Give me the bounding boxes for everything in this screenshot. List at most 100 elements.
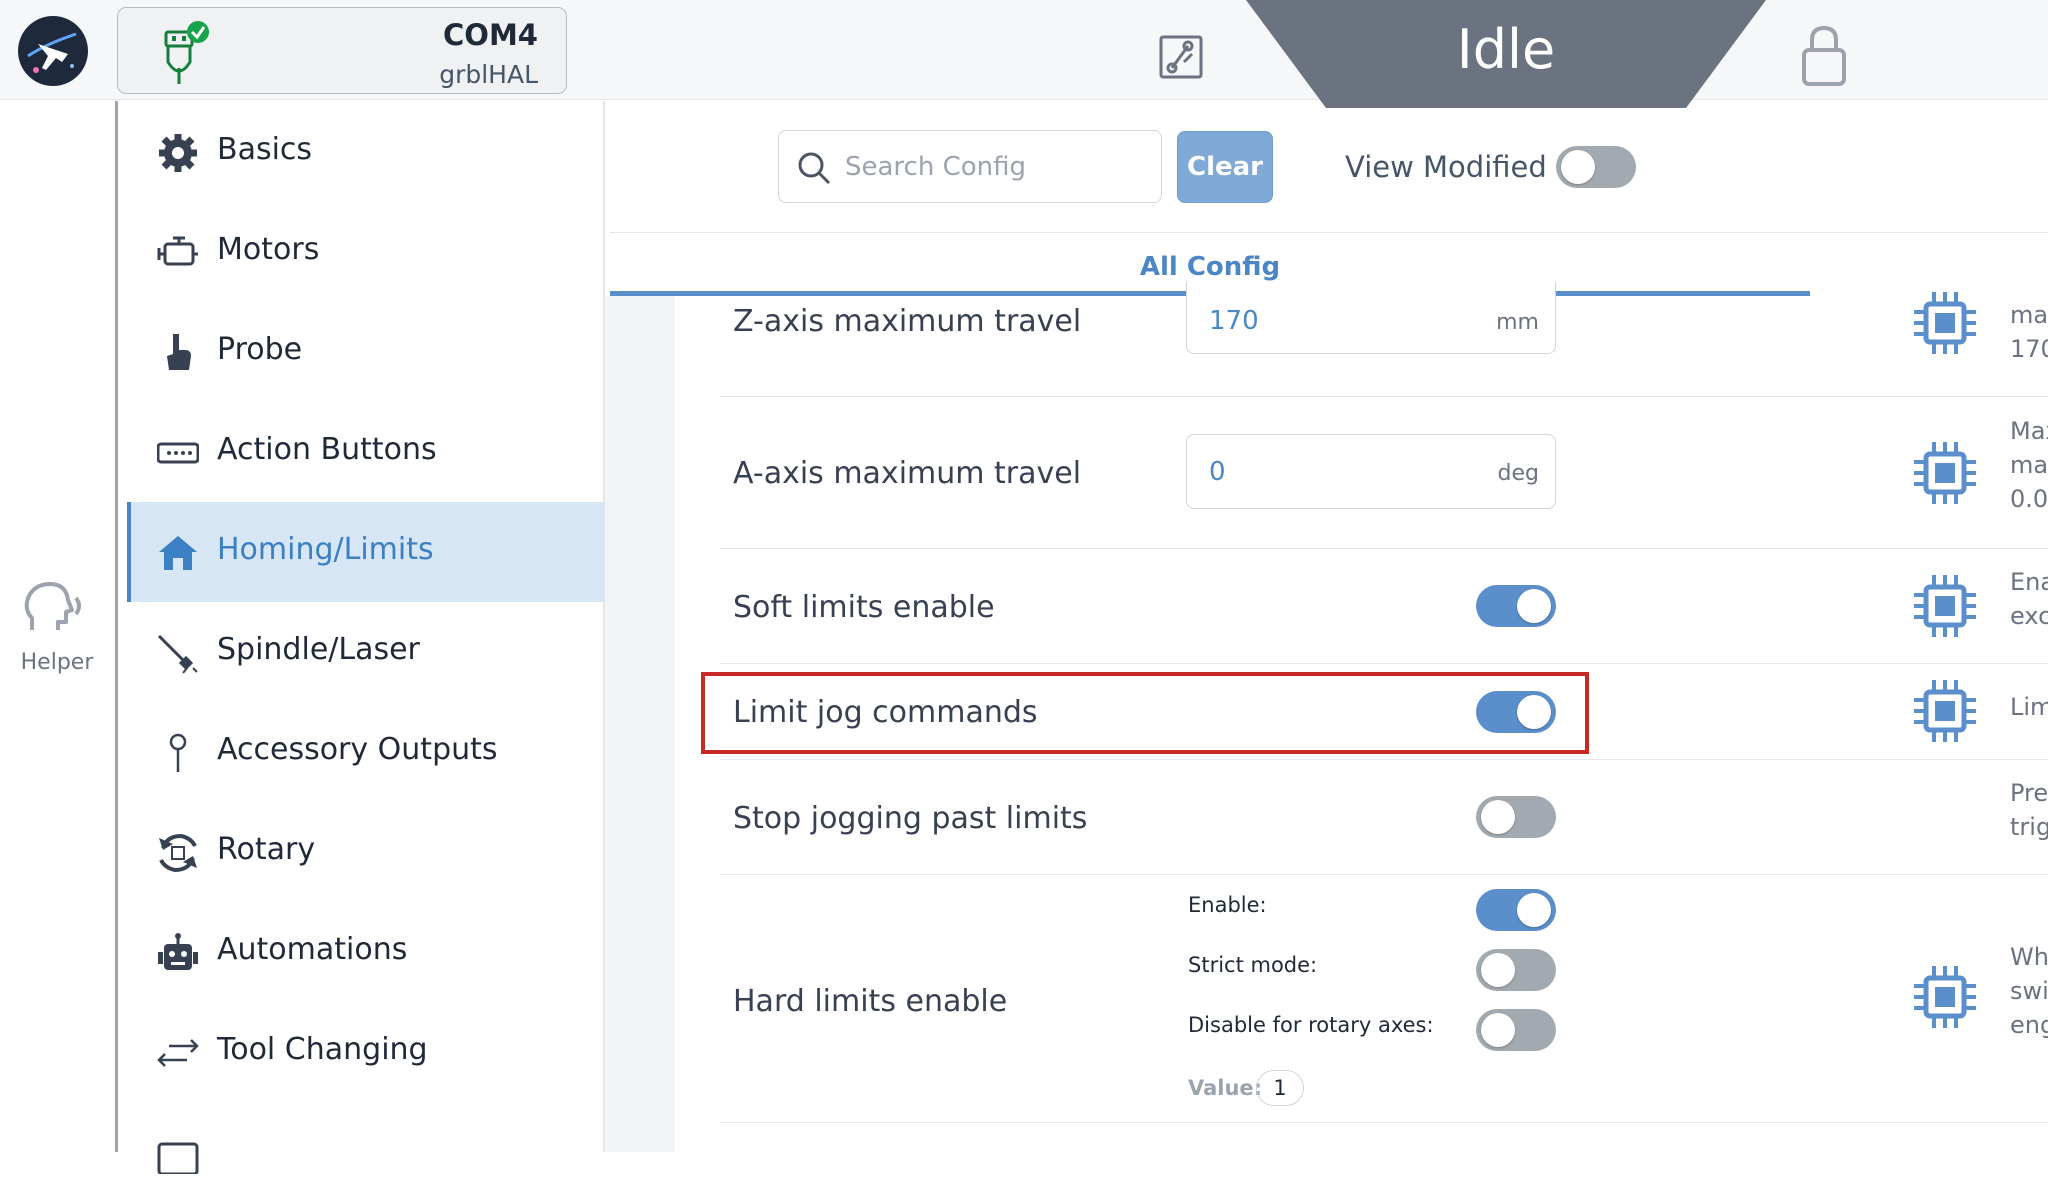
chip-icon [1912,573,1978,639]
field-value: 170 [1209,306,1259,336]
desc-line: Wh [2010,943,2048,971]
setting-description: Wh swi eng [2010,940,2048,1042]
hard-limits-enable-toggle[interactable] [1476,889,1556,931]
app-logo-icon [16,14,90,88]
limit-jog-toggle[interactable] [1476,691,1556,733]
chip-icon [1912,678,1978,744]
desc-line: Ena [2010,568,2048,596]
value-label: Value: [1188,1076,1263,1100]
sidebar-item-label: Probe [217,332,303,367]
desc-line: Max [2010,417,2048,445]
setting-label: A-axis maximum travel [733,456,1082,491]
toggle-knob [1481,953,1515,987]
toggle-knob [1481,1013,1515,1047]
sidebar-item-label: Tool Changing [217,1032,428,1067]
sidebar-item-label: Rotary [217,832,316,867]
sidebar-item-label: Automations [217,932,408,967]
row-divider [720,396,2048,397]
toggle-knob [1561,150,1595,184]
sidebar-item-rotary[interactable]: Rotary [127,802,605,902]
sub-label-enable: Enable: [1188,893,1267,917]
keyboard-icon [156,432,200,474]
usb-connected-icon [156,18,216,88]
pin-icon [157,732,199,774]
rotary-icon [157,832,199,874]
disable-rotary-toggle[interactable] [1476,1009,1556,1051]
sidebar-item-partial[interactable] [127,1102,605,1202]
clear-button[interactable]: Clear [1177,131,1273,203]
config-sidebar: Basics Motors Probe Action Buttons Homin… [121,101,605,1176]
desc-line: Lim [2010,693,2048,721]
view-modified-label: View Modified [1345,150,1547,184]
row-divider [720,874,2048,875]
sidebar-item-label: Motors [217,232,320,267]
desc-line: mac [2010,451,2048,479]
sidebar-item-basics[interactable]: Basics [127,102,605,202]
setting-description: Pre trig [2010,776,2048,844]
sidebar-item-motors[interactable]: Motors [127,202,605,302]
strict-mode-toggle[interactable] [1476,949,1556,991]
a-travel-field[interactable]: 0 deg [1186,434,1556,509]
chip-icon [1912,440,1978,506]
helper-label: Helper [20,650,94,675]
setting-description: Ena exc [2010,565,2048,633]
search-input[interactable] [845,147,1145,187]
field-value: 0 [1209,457,1226,487]
setting-description: Max mac 0.00 [2010,414,2048,516]
row-divider [720,1122,2048,1123]
field-unit: deg [1497,461,1539,486]
machine-state-label: Idle [1456,18,1556,81]
sidebar-item-label: Accessory Outputs [217,732,498,767]
search-icon [797,151,831,185]
connection-button[interactable]: COM4 grblHAL [117,7,567,94]
row-divider [720,759,2048,760]
motor-icon [157,232,199,274]
sidebar-item-label: Basics [217,132,313,167]
toggle-knob [1517,695,1551,729]
setting-label: Z-axis maximum travel [733,304,1082,339]
sidebar-item-spindle-laser[interactable]: Spindle/Laser [127,602,605,702]
home-icon [157,532,199,574]
robot-icon [157,932,199,974]
stop-jogging-toggle[interactable] [1476,796,1556,838]
setting-label: Soft limits enable [733,590,995,625]
desc-line: exc [2010,602,2048,630]
setting-label: Limit jog commands [733,695,1038,730]
setting-label: Stop jogging past limits [733,801,1088,836]
row-divider [720,548,2048,549]
row-divider [720,663,2048,664]
partial-icon [157,1132,199,1176]
chip-icon [1912,290,1978,356]
sub-label-rotary: Disable for rotary axes: [1188,1013,1434,1037]
value-badge: 1 [1256,1070,1304,1106]
field-unit: mm [1496,310,1539,335]
sidebar-item-tool-changing[interactable]: Tool Changing [127,1002,605,1102]
probe-icon [157,332,199,374]
sidebar-item-probe[interactable]: Probe [127,302,605,402]
desc-line: Pre [2010,779,2048,807]
search-box[interactable] [778,130,1162,203]
sidebar-item-label: Homing/Limits [217,532,434,567]
sidebar-item-action-buttons[interactable]: Action Buttons [127,402,605,502]
gear-icon [157,132,199,174]
sub-label-strict: Strict mode: [1188,953,1318,977]
toggle-knob [1517,893,1551,927]
desc-line: trig [2010,813,2048,841]
z-travel-field[interactable]: 170 mm [1186,282,1556,354]
firmware-name: grblHAL [439,60,538,89]
card-view-icon[interactable] [1158,34,1204,80]
desc-line: mac [2010,301,2048,329]
content-gutter [605,296,675,1152]
sidebar-item-automations[interactable]: Automations [127,902,605,1002]
desc-line: 0.00 [2010,485,2048,513]
chip-icon [1912,964,1978,1030]
spindle-icon [157,632,199,674]
helper-icon[interactable] [22,580,88,644]
setting-label: Hard limits enable [733,984,1008,1019]
view-modified-toggle[interactable] [1556,146,1636,188]
sidebar-item-label: Spindle/Laser [217,632,420,667]
sidebar-item-accessory-outputs[interactable]: Accessory Outputs [127,702,605,802]
soft-limits-toggle[interactable] [1476,585,1556,627]
lock-icon[interactable] [1800,24,1848,88]
sidebar-item-homing-limits[interactable]: Homing/Limits [127,502,605,602]
